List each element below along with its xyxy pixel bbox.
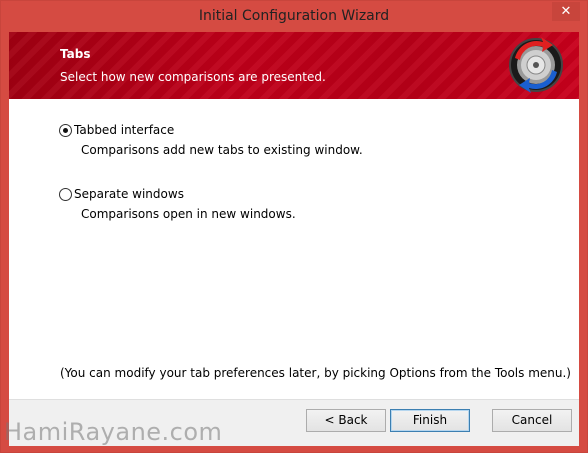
wizard-header: Tabs Select how new comparisons are pres… xyxy=(9,32,579,99)
tabbed-interface-radio[interactable] xyxy=(59,124,72,137)
preferences-note: (You can modify your tab preferences lat… xyxy=(60,366,571,380)
tabbed-interface-description: Comparisons add new tabs to existing win… xyxy=(81,143,363,157)
separate-windows-label[interactable]: Separate windows xyxy=(74,187,184,201)
cancel-button[interactable]: Cancel xyxy=(492,409,572,432)
page-subtitle: Select how new comparisons are presented… xyxy=(60,70,326,84)
wizard-client-area: Tabs Select how new comparisons are pres… xyxy=(9,32,579,446)
separate-windows-radio[interactable] xyxy=(59,188,72,201)
window-title: Initial Configuration Wizard xyxy=(198,8,390,24)
title-bar[interactable]: Initial Configuration Wizard ✕ xyxy=(1,1,587,32)
page-title: Tabs xyxy=(60,47,91,61)
option-tabbed-interface[interactable]: Tabbed interface Comparisons add new tab… xyxy=(59,123,363,163)
tabbed-interface-label[interactable]: Tabbed interface xyxy=(74,123,174,137)
watermark: HamiRayane.com xyxy=(4,418,223,446)
beyond-compare-logo-icon xyxy=(509,37,563,93)
separate-windows-description: Comparisons open in new windows. xyxy=(81,207,296,221)
option-separate-windows[interactable]: Separate windows Comparisons open in new… xyxy=(59,187,359,227)
finish-button[interactable]: Finish xyxy=(390,409,470,432)
close-button[interactable]: ✕ xyxy=(552,2,580,21)
wizard-window: Initial Configuration Wizard ✕ Tabs Sele… xyxy=(0,0,588,453)
close-icon: ✕ xyxy=(560,4,572,19)
back-button[interactable]: < Back xyxy=(306,409,386,432)
wizard-content: Tabbed interface Comparisons add new tab… xyxy=(9,99,579,399)
